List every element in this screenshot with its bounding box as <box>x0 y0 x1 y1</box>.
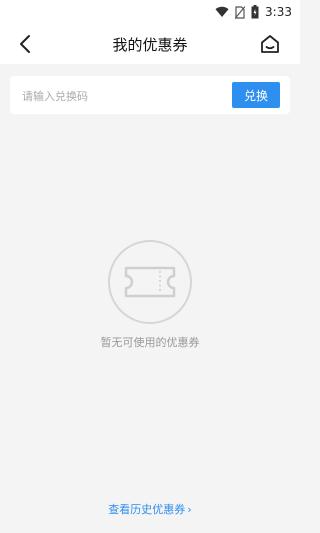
page-title: 我的优惠券 <box>112 36 188 54</box>
no-sim-icon <box>235 5 246 19</box>
battery-icon <box>251 5 259 19</box>
view-history-coupons-link[interactable]: 查看历史优惠券 › <box>0 501 300 517</box>
redeem-code-input[interactable] <box>20 84 224 108</box>
app-bar: 我的优惠券 <box>0 24 300 64</box>
empty-state: 暂无可使用的优惠券 <box>0 240 300 350</box>
redeem-code-card: 兑换 <box>10 76 290 114</box>
home-icon[interactable] <box>258 32 282 56</box>
coupon-ticket-icon <box>124 266 176 298</box>
redeem-button[interactable]: 兑换 <box>232 82 280 108</box>
chevron-right-icon: › <box>187 503 192 516</box>
status-icons: 3:33 <box>215 3 292 21</box>
status-bar: 3:33 <box>0 0 300 24</box>
wifi-icon <box>215 6 229 18</box>
history-link-label: 查看历史优惠券 <box>108 503 186 516</box>
status-time: 3:33 <box>265 5 292 19</box>
empty-illustration <box>108 240 192 324</box>
empty-state-text: 暂无可使用的优惠券 <box>100 336 200 349</box>
